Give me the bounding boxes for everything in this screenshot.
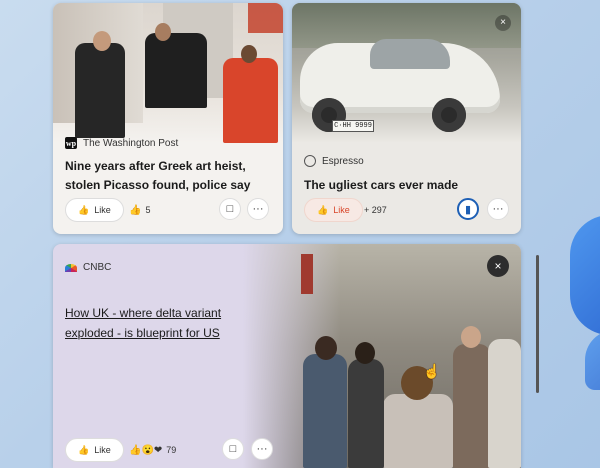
windows-wallpaper-logo-lower (585, 330, 600, 390)
source-name: The Washington Post (83, 137, 179, 149)
save-button[interactable]: □ (222, 438, 244, 460)
source-label[interactable]: CNBC (65, 262, 111, 273)
more-options-button[interactable]: ··· (487, 198, 509, 220)
reaction-summary[interactable]: 👍😮❤ 79 (129, 438, 176, 462)
headline-link[interactable]: Nine years after Greek art heist, stolen… (65, 157, 270, 195)
source-label[interactable]: wp The Washington Post (65, 137, 178, 149)
source-name: CNBC (83, 262, 112, 273)
more-options-button[interactable]: ··· (251, 438, 273, 460)
card-image (53, 3, 283, 143)
bookmark-icon: □ (226, 203, 234, 215)
card-image: C·HH 9999 (292, 3, 521, 143)
like-label: Like (94, 205, 111, 215)
espresso-logo-icon (304, 155, 316, 167)
ellipsis-icon: ··· (256, 443, 268, 455)
news-card-cnbc[interactable]: × CNBC How UK - where delta variant expl… (53, 244, 521, 468)
washington-post-logo-icon: wp (65, 137, 77, 149)
like-label: Like (94, 445, 111, 455)
thumbs-up-outline-icon: 👍 (78, 444, 90, 455)
reaction-summary[interactable]: + 297 (364, 198, 387, 222)
card-image (243, 244, 521, 468)
reaction-count: + 297 (364, 205, 387, 215)
card-actions: 👍 Like 👍 5 □ ··· (65, 198, 271, 222)
ellipsis-icon: ··· (492, 203, 504, 215)
windows-wallpaper-logo (570, 215, 600, 335)
save-button[interactable]: □ (219, 198, 241, 220)
thumbs-up-filled-icon: 👍 (317, 204, 329, 215)
source-label[interactable]: Espresso (304, 155, 364, 167)
reaction-summary[interactable]: 👍 5 (129, 198, 150, 222)
ellipsis-icon: ··· (252, 203, 264, 215)
like-button[interactable]: 👍 Like (304, 198, 363, 222)
close-icon: × (494, 259, 502, 273)
bookmark-filled-icon: ▮ (464, 203, 472, 216)
bookmark-icon: □ (229, 443, 237, 455)
like-button[interactable]: 👍 Like (65, 438, 124, 462)
save-button[interactable]: ▮ (457, 198, 479, 220)
like-label: Like (333, 205, 350, 215)
mixed-reactions-emoji-icon: 👍😮❤ (129, 444, 163, 456)
thumbs-up-emoji-icon: 👍 (129, 204, 142, 216)
like-button[interactable]: 👍 Like (65, 198, 124, 222)
thumbs-up-outline-icon: 👍 (78, 204, 90, 215)
headline-link[interactable]: The ugliest cars ever made (304, 176, 509, 195)
cnbc-peacock-logo-icon (65, 263, 77, 272)
pointer-hand-cursor-icon: ☝ (423, 363, 441, 379)
close-icon: × (500, 17, 506, 28)
license-plate: C·HH 9999 (332, 120, 374, 132)
dismiss-button[interactable]: × (487, 255, 509, 277)
reaction-count: 5 (145, 205, 151, 215)
source-name: Espresso (322, 155, 364, 167)
more-options-button[interactable]: ··· (247, 198, 269, 220)
dismiss-button[interactable]: × (495, 15, 511, 31)
feed-scrollbar[interactable] (536, 255, 539, 393)
headline-link[interactable]: How UK - where delta variant exploded - … (65, 303, 265, 343)
news-card-espresso[interactable]: C·HH 9999 × Espresso The ugliest cars ev… (292, 3, 521, 234)
card-actions: 👍 Like 👍😮❤ 79 □ ··· (65, 438, 509, 462)
news-card-washington-post[interactable]: wp The Washington Post Nine years after … (53, 3, 283, 234)
reaction-count: 79 (166, 445, 177, 455)
card-actions: 👍 Like + 297 ▮ ··· (304, 198, 509, 222)
